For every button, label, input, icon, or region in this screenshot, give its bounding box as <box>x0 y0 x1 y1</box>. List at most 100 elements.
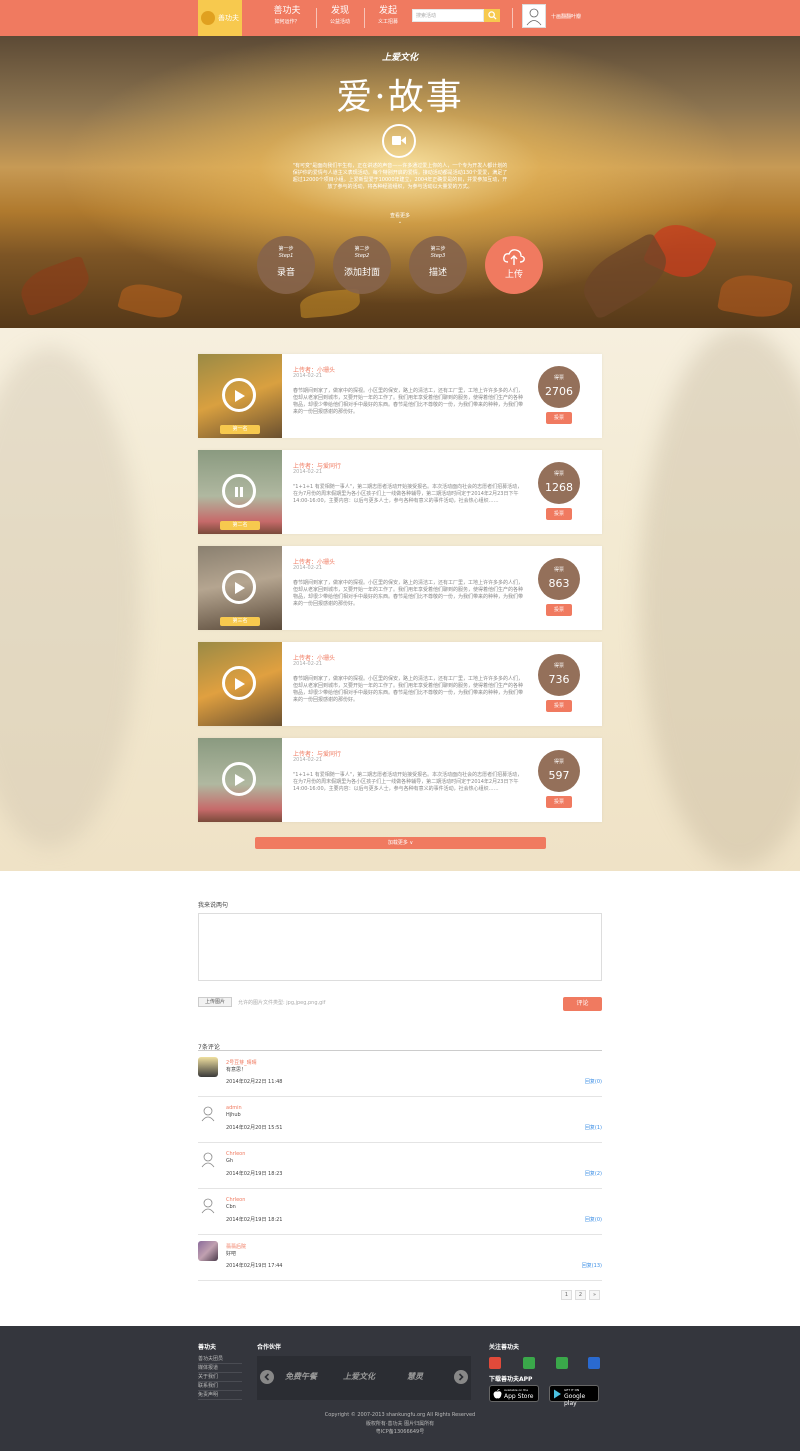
story-card: 第三名 上传者：小珊头 2014-02-21 春节期间到家了，做家中的探视。小区… <box>198 546 602 630</box>
avatar[interactable] <box>198 1103 218 1123</box>
play-button[interactable] <box>222 570 256 604</box>
partner-logo[interactable]: 免费午餐 <box>285 1371 317 1382</box>
reply-link[interactable]: 回复(2) <box>585 1170 602 1177</box>
comment-time: 2014年02月22日 11:48 <box>226 1079 283 1085</box>
partner-logo[interactable]: 上爱文化 <box>343 1371 375 1382</box>
upload-button[interactable]: 上传 <box>485 236 543 294</box>
app-store-badge[interactable]: Available on the App Store <box>489 1385 539 1402</box>
copyright-line2: 版权所有·善功夫 图片归属所有 <box>365 1421 435 1427</box>
step-describe[interactable]: 第三步 Step3 描述 <box>409 236 467 294</box>
vote-count-badge: 得票 863 <box>538 558 580 600</box>
votes-value: 1268 <box>545 481 573 494</box>
footer-link[interactable]: 联系我们 <box>198 1382 242 1391</box>
upload-image-button[interactable]: 上传图片 <box>198 997 232 1007</box>
votes-label: 得票 <box>553 663 564 669</box>
comment-author[interactable]: 2号豆芽_晴晴 <box>226 1059 257 1066</box>
footer-col-title: 善功夫 <box>198 1344 217 1351</box>
comment-item: 翡翡后院 好吧 2014年02月19日 17:44 回复(13) <box>198 1235 602 1281</box>
comment-content: Cbn <box>226 1204 236 1210</box>
carousel-prev-button[interactable] <box>260 1370 274 1384</box>
play-store-icon <box>554 1389 561 1399</box>
brand-logo: 上爱文化 <box>381 53 418 63</box>
footer-link[interactable]: 媒体报道 <box>198 1364 242 1373</box>
comment-content: Gh <box>226 1158 234 1164</box>
avatar-sketch-icon <box>201 1152 215 1168</box>
pause-button[interactable] <box>222 474 256 508</box>
load-more-button[interactable]: 加载更多 ∨ <box>255 837 546 849</box>
step-number-en: Step1 <box>278 253 294 259</box>
reply-link[interactable]: 回复(0) <box>585 1078 602 1085</box>
douban-icon[interactable] <box>556 1357 568 1369</box>
next-page-button[interactable]: » <box>589 1290 600 1300</box>
avatar[interactable] <box>198 1195 218 1215</box>
step-number: 第一步 <box>278 246 294 252</box>
play-button[interactable] <box>222 378 256 412</box>
vote-button[interactable]: 投票 <box>546 508 572 520</box>
avatar <box>522 4 546 28</box>
hero-more-link[interactable]: 查看更多 ⌄ <box>370 212 430 225</box>
vote-button[interactable]: 投票 <box>546 796 572 808</box>
avatar[interactable] <box>198 1149 218 1169</box>
vote-count-badge: 得票 597 <box>538 750 580 792</box>
reply-link[interactable]: 回复(0) <box>585 1216 602 1223</box>
footer-link[interactable]: 善功夫团员 <box>198 1355 242 1364</box>
renren-icon[interactable] <box>588 1357 600 1369</box>
votes-label: 得票 <box>553 759 564 765</box>
step-add-cover[interactable]: 第二步 Step2 添加封面 <box>333 236 391 294</box>
nav-title: 发现 <box>330 6 349 16</box>
step-label: 添加封面 <box>343 268 380 278</box>
footer-link[interactable]: 免责声明 <box>198 1391 242 1400</box>
site-logo[interactable]: 善功夫 <box>198 0 242 36</box>
story-text: "1+1+1 有爱相随一事人"，第二期志愿者活动开始接受报名。本次活动面向社会的… <box>293 772 523 792</box>
nav-item-discover[interactable]: 发现 公益活动 <box>320 5 360 31</box>
avatar[interactable] <box>198 1057 218 1077</box>
carousel-next-button[interactable] <box>454 1370 468 1384</box>
page-1-button[interactable]: 1 <box>561 1290 572 1300</box>
user-menu[interactable]: 十画翻翻叶瓣 <box>522 4 608 30</box>
comment-author[interactable]: admin <box>226 1105 242 1111</box>
vote-button[interactable]: 投票 <box>546 412 572 424</box>
search-icon <box>487 11 497 20</box>
reply-link[interactable]: 回复(1) <box>585 1124 602 1131</box>
comment-author[interactable]: Chrleon <box>226 1197 245 1203</box>
comment-textarea[interactable] <box>198 913 602 981</box>
vote-count-badge: 得票 2706 <box>538 366 580 408</box>
avatar-sketch-icon <box>201 1106 215 1122</box>
comment-time: 2014年02月19日 18:21 <box>226 1217 283 1223</box>
nav-divider <box>316 8 317 28</box>
reply-link[interactable]: 回复(13) <box>582 1262 602 1269</box>
nav-title: 发起 <box>378 6 397 16</box>
comment-author[interactable]: Chrleon <box>226 1151 245 1157</box>
partners-carousel: 免费午餐 上爱文化 慧灵 <box>257 1356 471 1400</box>
comment-content: Hjhub <box>226 1112 241 1118</box>
submit-comment-button[interactable]: 评论 <box>563 997 602 1011</box>
play-button[interactable] <box>222 762 256 796</box>
search-input[interactable]: 搜索活动 <box>412 9 484 22</box>
step-record[interactable]: 第一步 Step1 录音 <box>257 236 315 294</box>
partner-logo[interactable]: 慧灵 <box>407 1371 423 1382</box>
vote-button[interactable]: 投票 <box>546 700 572 712</box>
page-2-button[interactable]: 2 <box>575 1290 586 1300</box>
avatar[interactable] <box>198 1241 218 1261</box>
avatar-sketch-icon <box>201 1198 215 1214</box>
hero-video-button[interactable] <box>382 124 416 158</box>
footer-link[interactable]: 关于我们 <box>198 1373 242 1382</box>
step-label: 描述 <box>428 268 447 278</box>
story-text: 春节期间到家了，做家中的探视。小区里的保安，路上的清洁工，还有工厂里，工地上许许… <box>293 580 524 607</box>
wechat-icon[interactable] <box>523 1357 535 1369</box>
vote-count-badge: 得票 1268 <box>538 462 580 504</box>
play-button[interactable] <box>222 666 256 700</box>
search-button[interactable] <box>484 9 500 22</box>
nav-item-launch[interactable]: 发起 义工招募 <box>368 5 408 31</box>
google-play-badge[interactable]: GET IT ON Google play <box>549 1385 599 1407</box>
votes-value: 863 <box>548 577 570 590</box>
comment-author[interactable]: 翡翡后院 <box>226 1243 246 1250</box>
vote-button[interactable]: 投票 <box>546 604 572 616</box>
nav-divider <box>512 8 513 28</box>
weibo-icon[interactable] <box>489 1357 501 1369</box>
logo-text: 善功夫 <box>218 14 239 22</box>
pause-icon <box>235 487 243 497</box>
nav-item-how-it-works[interactable]: 善功夫 如何运作？ <box>262 5 312 31</box>
chevron-left-icon <box>264 1373 270 1381</box>
nav-subtitle: 公益活动 <box>329 19 350 25</box>
